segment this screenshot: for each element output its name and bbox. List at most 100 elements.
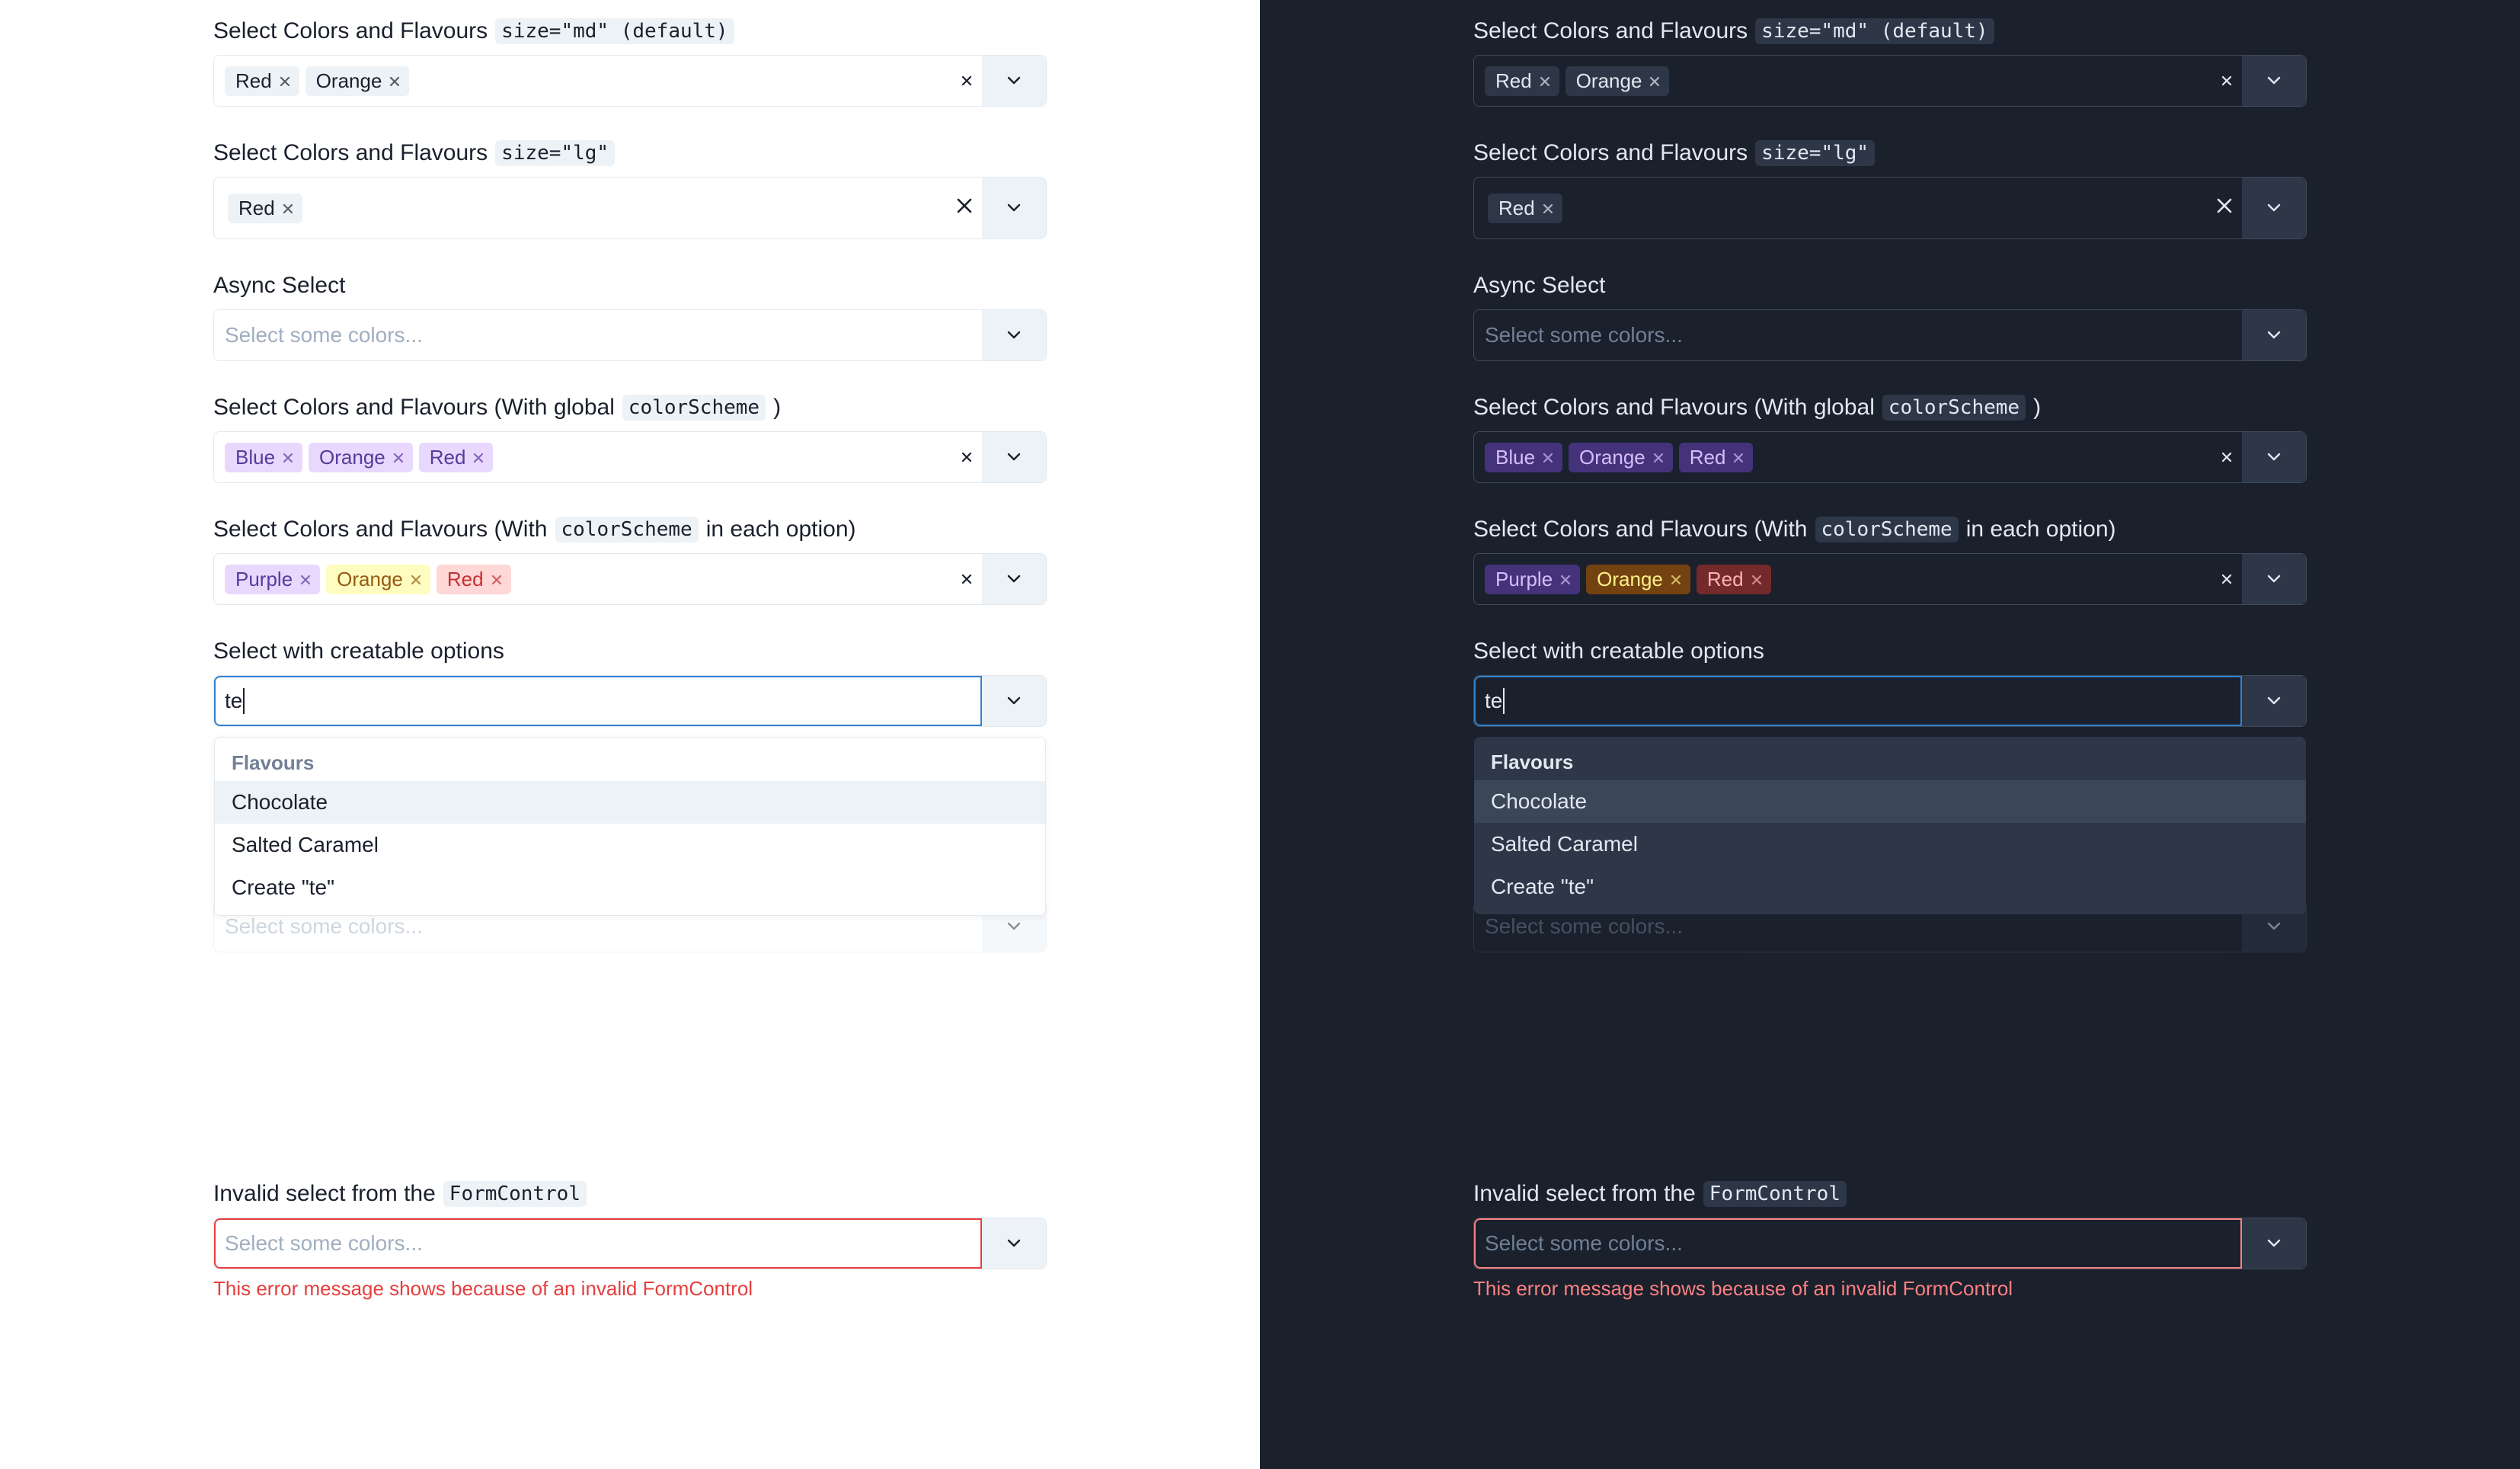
menu-option[interactable]: Chocolate	[1474, 780, 2306, 823]
select-control[interactable]: RedOrange	[214, 56, 951, 106]
code-badge: colorScheme	[555, 517, 699, 542]
dropdown-toggle[interactable]	[2242, 1218, 2306, 1269]
tag: Purple	[1485, 565, 1580, 594]
multiselect-global[interactable]: BlueOrangeRed	[213, 431, 1047, 483]
field-label: Select Colors and Flavours	[213, 18, 488, 44]
select-control[interactable]: te	[214, 676, 982, 726]
remove-tag-icon[interactable]	[485, 568, 507, 590]
dropdown-toggle[interactable]	[982, 554, 1046, 604]
multiselect-lg[interactable]: Red	[213, 177, 1047, 239]
dropdown-toggle[interactable]	[982, 56, 1046, 106]
multiselect-each[interactable]: PurpleOrange Red	[1473, 553, 2307, 605]
menu-option-create[interactable]: Create "te"	[1474, 866, 2306, 908]
select-control[interactable]: RedOrange	[1474, 56, 2211, 106]
remove-tag-icon[interactable]	[1647, 446, 1668, 468]
multiselect-md[interactable]: RedOrange	[213, 55, 1047, 107]
tag-label: Orange	[1579, 446, 1645, 469]
field-size-md: Select Colors and Flavours size="md" (de…	[1473, 18, 2307, 107]
creatable-select[interactable]: te Flavours Chocolate Salted Caramel Cre…	[213, 675, 1047, 727]
dropdown-toggle[interactable]	[2242, 554, 2306, 604]
tag-label: Purple	[235, 568, 293, 591]
field-label: Invalid select from the	[213, 1181, 436, 1207]
dropdown-toggle[interactable]	[2242, 56, 2306, 106]
multiselect-each[interactable]: PurpleOrangeRed	[213, 553, 1047, 605]
remove-tag-icon[interactable]	[1533, 70, 1555, 91]
clear-button[interactable]	[951, 554, 982, 604]
field-global-colorscheme: Select Colors and Flavours (With global …	[1473, 395, 2307, 483]
select-control[interactable]: Red	[1474, 178, 2211, 238]
select-control[interactable]: Select some colors...	[214, 1218, 982, 1269]
dropdown-toggle[interactable]	[982, 432, 1046, 482]
select-control[interactable]: te	[1474, 676, 2242, 726]
clear-button[interactable]	[951, 432, 982, 482]
remove-tag-icon[interactable]	[1665, 568, 1686, 590]
dropdown-toggle[interactable]	[982, 178, 1046, 238]
menu-option[interactable]: Chocolate	[215, 781, 1045, 824]
remove-tag-icon[interactable]	[1643, 70, 1665, 91]
remove-tag-icon[interactable]	[1745, 568, 1767, 590]
menu-option-create[interactable]: Create "te"	[215, 866, 1045, 909]
remove-tag-icon[interactable]	[294, 568, 315, 590]
multiselect-md[interactable]: RedOrange	[1473, 55, 2307, 107]
tag: Red	[437, 565, 511, 594]
typed-input[interactable]: te	[225, 688, 245, 714]
async-select[interactable]: Select some colors...	[213, 309, 1047, 361]
select-control[interactable]: Select some colors...	[1474, 310, 2242, 360]
typed-input[interactable]: te	[1485, 688, 1505, 714]
multiselect-global[interactable]: BlueOrangeRed	[1473, 431, 2307, 483]
select-control[interactable]: Select some colors...	[214, 310, 982, 360]
remove-tag-icon[interactable]	[277, 197, 298, 219]
placeholder: Select some colors...	[1485, 323, 1683, 347]
field-label: Select Colors and Flavours (With global	[213, 395, 615, 421]
remove-tag-icon[interactable]	[1727, 446, 1748, 468]
select-control[interactable]: Red	[214, 178, 951, 238]
tag: Blue	[225, 443, 302, 472]
remove-tag-icon[interactable]	[383, 70, 405, 91]
dropdown-toggle[interactable]	[982, 310, 1046, 360]
tag-label: Red	[1495, 69, 1532, 93]
remove-tag-icon[interactable]	[273, 70, 295, 91]
clear-button[interactable]	[2211, 178, 2242, 238]
clear-button[interactable]	[2211, 554, 2242, 604]
field-label: in each option)	[1966, 517, 2116, 542]
dropdown-toggle[interactable]	[2242, 310, 2306, 360]
select-control[interactable]: BlueOrangeRed	[214, 432, 951, 482]
remove-tag-icon[interactable]	[277, 446, 298, 468]
dropdown-toggle[interactable]	[2242, 178, 2306, 238]
tag-label: Red	[1707, 568, 1744, 591]
multiselect-lg[interactable]: Red	[1473, 177, 2307, 239]
remove-tag-icon[interactable]	[467, 446, 488, 468]
select-control[interactable]: PurpleOrange Red	[1474, 554, 2211, 604]
remove-tag-icon[interactable]	[1554, 568, 1575, 590]
tag-label: Red	[447, 568, 484, 591]
menu-option[interactable]: Salted Caramel	[215, 824, 1045, 866]
clear-button[interactable]	[951, 178, 982, 238]
menu-option[interactable]: Salted Caramel	[1474, 823, 2306, 866]
clear-button[interactable]	[951, 56, 982, 106]
select-control[interactable]: BlueOrangeRed	[1474, 432, 2211, 482]
dropdown-toggle[interactable]	[2242, 676, 2306, 726]
menu-group-label: Flavours	[1474, 743, 2306, 780]
clear-button[interactable]	[2211, 56, 2242, 106]
tag: Purple	[225, 565, 320, 594]
select-control[interactable]: PurpleOrangeRed	[214, 554, 951, 604]
tag: Red	[1679, 443, 1754, 472]
remove-tag-icon[interactable]	[405, 568, 426, 590]
size-badge: size="lg"	[495, 140, 615, 166]
clear-button[interactable]	[2211, 432, 2242, 482]
dark-theme-pane: Select Colors and Flavours size="md" (de…	[1260, 0, 2520, 1469]
invalid-select[interactable]: Select some colors...	[1473, 1218, 2307, 1269]
remove-tag-icon[interactable]	[1537, 197, 1558, 219]
dropdown-toggle[interactable]	[982, 676, 1046, 726]
select-control[interactable]: Select some colors...	[1474, 1218, 2242, 1269]
dropdown-toggle[interactable]	[2242, 432, 2306, 482]
dropdown-toggle[interactable]	[982, 1218, 1046, 1269]
remove-tag-icon[interactable]	[387, 446, 408, 468]
remove-tag-icon[interactable]	[1537, 446, 1558, 468]
tag: Orange	[1586, 565, 1690, 594]
field-label: Select with creatable options	[213, 638, 504, 664]
creatable-select[interactable]: te Flavours Chocolate Salted Caramel Cre…	[1473, 675, 2307, 727]
invalid-select[interactable]: Select some colors...	[213, 1218, 1047, 1269]
tag-label: Orange	[319, 446, 385, 469]
async-select[interactable]: Select some colors...	[1473, 309, 2307, 361]
